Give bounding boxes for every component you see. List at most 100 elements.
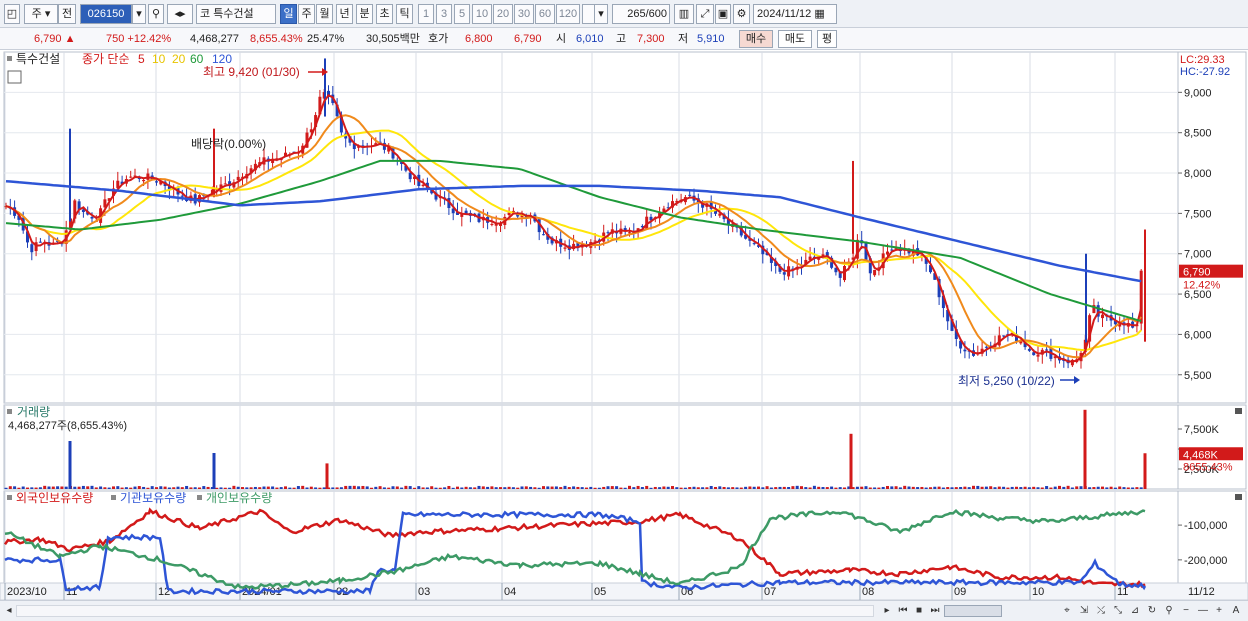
zoom-out-icon[interactable]: − — [1179, 604, 1193, 618]
average-button[interactable]: 평 — [817, 30, 837, 48]
volume-bar — [989, 486, 993, 489]
volume-bar — [890, 486, 894, 489]
chart-type-icon[interactable]: ▥ — [674, 4, 694, 24]
candle-body — [688, 194, 692, 196]
period-week-tab[interactable]: 주 — [298, 4, 315, 24]
grid-toggle-icon[interactable] — [7, 70, 22, 84]
price-panel-title: 특수건설 — [16, 52, 60, 66]
period-tick-tab[interactable]: 틱 — [396, 4, 413, 24]
date-input[interactable]: 2024/11/12 ▦ — [753, 4, 837, 24]
period-day-tab[interactable]: 일 — [280, 4, 297, 24]
count-field[interactable]: 265/600 — [612, 4, 670, 24]
scroll-right-icon[interactable]: ▸ — [880, 604, 894, 618]
panel-close-icon-0[interactable] — [1235, 408, 1242, 414]
history-nav-button[interactable]: ◂▸ — [167, 4, 193, 24]
scroll-left-icon[interactable]: ◂ — [2, 604, 16, 618]
settings-gear-icon[interactable]: ⚙ — [733, 4, 750, 24]
refresh-icon[interactable]: ↻ — [1145, 604, 1159, 618]
holding-legend-marker-icon — [7, 495, 12, 500]
trend-tool-icon[interactable]: ⤢ — [696, 4, 714, 24]
first-page-icon[interactable]: ⏮ — [896, 604, 910, 618]
zoom-in-icon[interactable]: + — [1212, 604, 1226, 618]
buy-button[interactable]: 매수 — [739, 30, 773, 48]
volume-bar — [258, 487, 262, 489]
magnifier-icon[interactable]: ⚲ — [1162, 604, 1176, 618]
volume-bar — [967, 487, 971, 489]
volume-bar — [877, 487, 881, 489]
interval-20[interactable]: 20 — [493, 4, 513, 24]
volume-bar — [387, 487, 391, 489]
crosshair-icon[interactable]: ⌖ — [1060, 604, 1074, 618]
volume-bar — [1045, 486, 1049, 489]
line-tool-icon[interactable]: ⤡ — [1111, 604, 1125, 618]
compress-icon[interactable]: ⇲ — [1077, 604, 1091, 618]
volume-bar — [585, 487, 588, 489]
dividend-annotation: 배당락(0.00%) — [191, 137, 266, 151]
period-year-tab[interactable]: 년 — [336, 4, 353, 24]
candle-body — [1036, 354, 1040, 357]
volume-bar — [529, 486, 533, 489]
font-size-icon[interactable]: A — [1229, 604, 1243, 618]
candle-body — [606, 232, 610, 234]
save-icon[interactable]: ▣ — [715, 4, 731, 24]
volume-bar — [198, 487, 201, 489]
volume-bar — [430, 486, 434, 489]
stock-code-input[interactable]: 026150 — [80, 4, 132, 24]
volume-bar — [640, 487, 644, 489]
x-label-6: 04 — [504, 586, 516, 598]
zoom-slider[interactable] — [944, 605, 1002, 617]
volume-bar — [339, 487, 343, 489]
volume-bar — [400, 487, 404, 489]
last-page-icon[interactable]: ⏭ — [928, 604, 942, 618]
change-pct: +12.42% — [127, 33, 172, 45]
volume-bar — [628, 485, 631, 489]
ruler-icon[interactable]: ⊿ — [1128, 604, 1142, 618]
period-minute-tab[interactable]: 분 — [356, 4, 373, 24]
x-label-0: 2023/10 — [7, 586, 47, 598]
window-menu-icon[interactable]: ◰ — [4, 4, 20, 24]
volume-bar — [464, 486, 468, 489]
volume-pct: 8,655.43% — [250, 33, 303, 45]
volume-bar — [692, 486, 696, 489]
stop-icon[interactable]: ■ — [912, 604, 926, 618]
search-icon[interactable]: ⚲ — [148, 4, 164, 24]
volume-bar — [481, 486, 485, 489]
interval-30[interactable]: 30 — [514, 4, 534, 24]
volume-bar — [137, 486, 141, 489]
volume-bar — [726, 487, 730, 489]
volume-bar — [559, 487, 563, 489]
zoom-bar-icon[interactable]: — — [1196, 604, 1210, 618]
volume-bar — [739, 487, 743, 489]
interval-3[interactable]: 3 — [436, 4, 452, 24]
volume-bar — [731, 487, 735, 489]
volume-bar — [460, 487, 464, 489]
calendar-icon[interactable]: ▦ — [814, 8, 824, 20]
stock-name-field[interactable]: 코 특수건설 — [196, 4, 276, 24]
volume-bar — [180, 487, 184, 489]
interval-60[interactable]: 60 — [535, 4, 555, 24]
candle-body — [873, 269, 877, 276]
interval-dropdown-icon[interactable]: ▾ — [594, 4, 608, 24]
volume-bar — [774, 487, 778, 489]
volume-bar — [843, 487, 846, 489]
period-month-tab[interactable]: 월 — [316, 4, 333, 24]
market-select[interactable]: 주 ▾ — [24, 4, 58, 24]
volume-bar — [937, 486, 941, 489]
panel-close-icon-1[interactable] — [1235, 494, 1242, 500]
scroll-track[interactable] — [16, 605, 874, 617]
code-dropdown-icon[interactable]: ▾ — [132, 4, 146, 24]
candle-body — [984, 346, 988, 348]
trend-icon[interactable]: ⤯ — [1094, 604, 1108, 618]
sell-button[interactable]: 매도 — [778, 30, 812, 48]
interval-1[interactable]: 1 — [418, 4, 434, 24]
chart-canvas[interactable]: 2023/10 11 12 2024/01 02 03 04 05 06 07 08 09 10 11 11… — [0, 50, 1248, 600]
interval-120[interactable]: 120 — [556, 4, 580, 24]
period-second-tab[interactable]: 초 — [376, 4, 393, 24]
volume-bar — [417, 486, 421, 489]
volume-bar — [744, 486, 748, 489]
prev-button[interactable]: 전 — [58, 4, 76, 24]
interval-10[interactable]: 10 — [472, 4, 492, 24]
chart-scrollbar: ◂ ▸ ⏮ ■ ⏭ ⌖ ⇲ ⤯ ⤡ ⊿ ↻ ⚲ − — + A — [0, 600, 1248, 621]
price-tick-label-6: 8,500 — [1184, 128, 1212, 140]
interval-5[interactable]: 5 — [454, 4, 470, 24]
